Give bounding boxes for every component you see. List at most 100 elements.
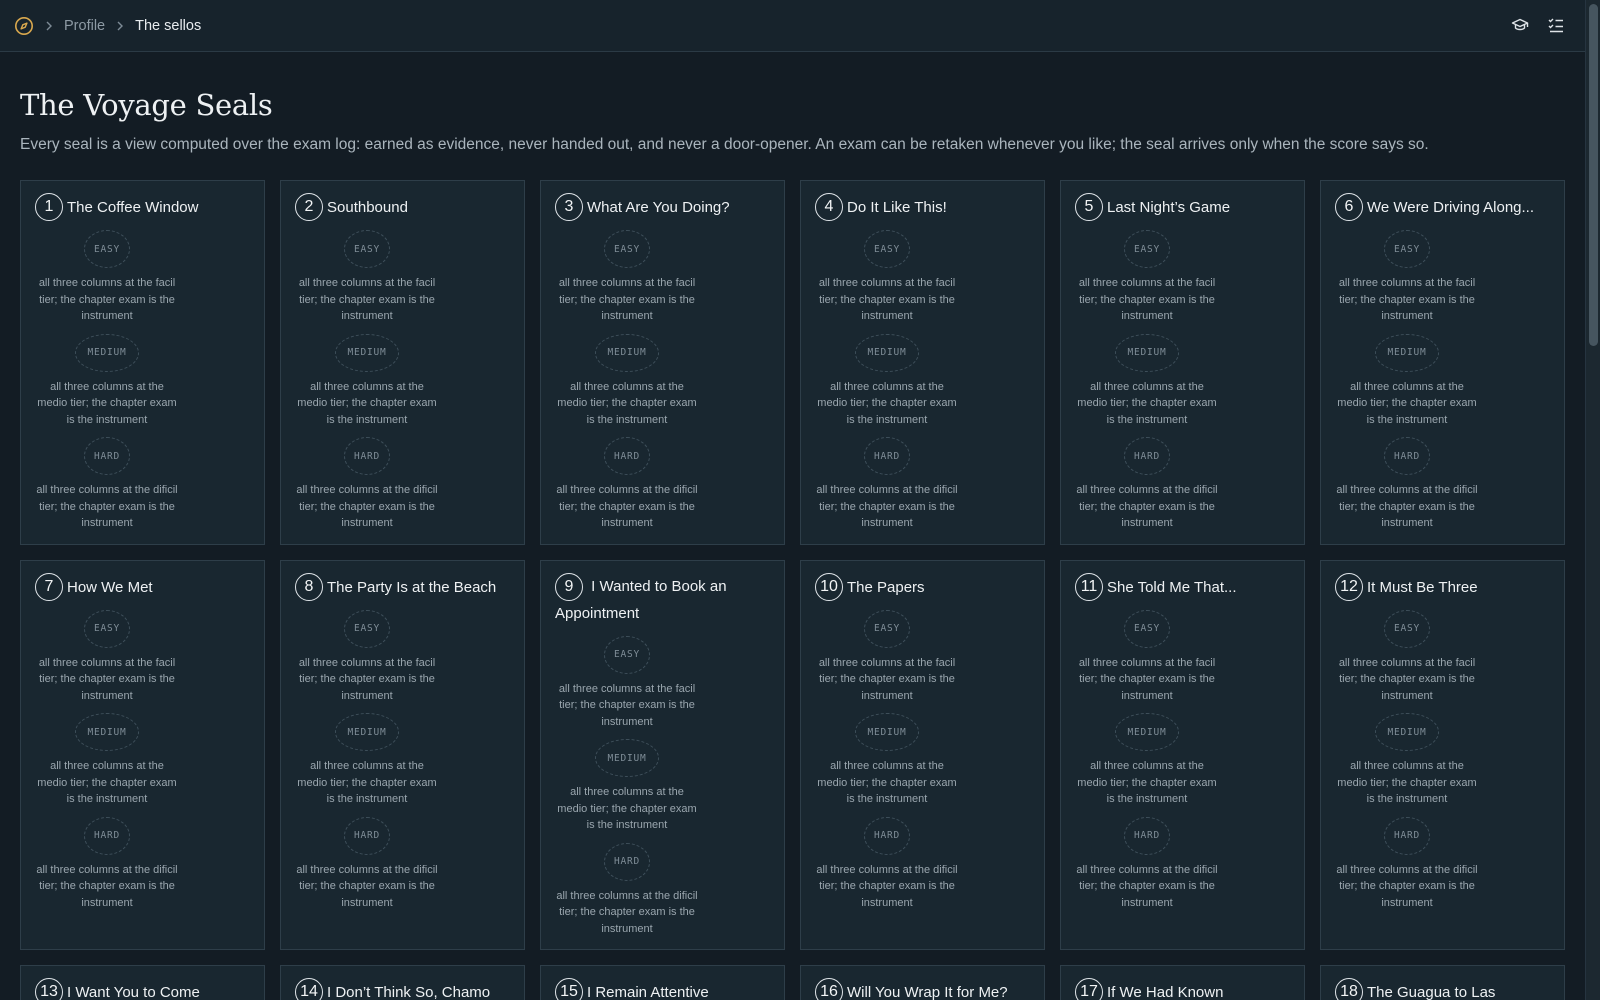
chapter-card[interactable]: 16 Will You Wrap It for Me? xyxy=(800,965,1045,1000)
seal-hard[interactable]: HARD xyxy=(863,816,911,855)
chapter-number: 9 xyxy=(555,572,583,601)
seal-easy[interactable]: EASY xyxy=(603,635,651,674)
seal-easy[interactable]: EASY xyxy=(343,609,391,648)
chapter-title: I Don’t Think So, Chamo xyxy=(327,984,491,1000)
chapter-number: 16 xyxy=(815,978,843,1000)
seal-easy[interactable]: EASY xyxy=(343,230,391,268)
seal-medium[interactable]: MEDIUM xyxy=(1375,333,1439,372)
seal-medium[interactable]: MEDIUM xyxy=(855,713,919,751)
chapter-number: 14 xyxy=(295,978,323,1000)
compass-icon[interactable] xyxy=(14,16,34,36)
chapter-number: 10 xyxy=(815,572,843,601)
tier-description: all three columns at the dificil tier; t… xyxy=(556,484,698,529)
seal-hard[interactable]: HARD xyxy=(863,437,911,475)
seal-easy[interactable]: EASY xyxy=(83,230,131,268)
chapter-card[interactable]: 5 Last Night’s Game EASY all three columns… xyxy=(1060,180,1305,545)
seal-hard[interactable]: HARD xyxy=(603,437,651,475)
seal-medium[interactable]: MEDIUM xyxy=(1115,333,1179,372)
seal-hard[interactable]: HARD xyxy=(343,816,391,855)
chapter-title: I Remain Attentive xyxy=(587,984,709,1000)
chapter-card[interactable]: 17 If We Had Known xyxy=(1060,965,1305,1000)
chapter-number: 13 xyxy=(35,978,63,1000)
chapter-number: 1 xyxy=(35,193,63,221)
chevron-right-icon xyxy=(116,21,124,31)
seal-medium[interactable]: MEDIUM xyxy=(335,333,399,372)
seal-hard[interactable]: HARD xyxy=(1383,437,1431,475)
seal-easy[interactable]: EASY xyxy=(83,609,131,648)
chapter-card[interactable]: 6 We Were Driving Along... EASY all three … xyxy=(1320,180,1565,545)
tier-description: all three columns at the medio tier; the… xyxy=(37,380,177,426)
tier-description: all three columns at the facil tier; the… xyxy=(818,656,956,702)
seal-medium[interactable]: MEDIUM xyxy=(75,333,139,372)
tier-description: all three columns at the medio tier; the… xyxy=(297,760,437,805)
seal-easy[interactable]: EASY xyxy=(1123,230,1171,268)
tier-description: all three columns at the dificil tier; t… xyxy=(296,484,438,529)
chapter-card[interactable]: 1 The Coffee Window EASY all three columns… xyxy=(20,180,265,545)
chapter-card[interactable]: 15 I Remain Attentive xyxy=(540,965,785,1000)
seal-easy[interactable]: EASY xyxy=(1383,230,1431,268)
chapter-number: 4 xyxy=(815,193,843,221)
seal-hard[interactable]: HARD xyxy=(1383,816,1431,855)
breadcrumb-current: The sellos xyxy=(135,17,202,34)
chapter-number: 5 xyxy=(1075,193,1103,221)
vertical-scrollbar[interactable] xyxy=(1585,0,1600,1000)
app-window: Profile The sellos The Voyage Seals Ever… xyxy=(0,0,1600,1000)
chapter-card[interactable]: 3 What Are You Doing? EASY all three colum… xyxy=(540,180,785,545)
chapter-card[interactable]: 9 I Wanted to Book an Appointment EASY al… xyxy=(540,559,785,950)
seal-easy[interactable]: EASY xyxy=(863,609,911,648)
tier-description: all three columns at the facil tier; the… xyxy=(1078,277,1216,322)
seal-medium[interactable]: MEDIUM xyxy=(595,739,659,777)
seal-hard[interactable]: HARD xyxy=(343,437,391,475)
tier-description: all three columns at the medio tier; the… xyxy=(817,380,957,426)
seal-easy[interactable]: EASY xyxy=(1383,609,1431,648)
tier-description: all three columns at the dificil tier; t… xyxy=(296,863,438,909)
chapter-card[interactable]: 11 She Told Me That... EASY all three colu… xyxy=(1060,559,1305,950)
chapter-title: The Guagua to Las xyxy=(1367,984,1496,1000)
chapter-card[interactable]: 14 I Don’t Think So, Chamo xyxy=(280,965,525,1000)
chapter-card[interactable]: 12 It Must Be Three EASY all three columns… xyxy=(1320,559,1565,950)
seal-medium[interactable]: MEDIUM xyxy=(1115,713,1179,751)
tier-description: all three columns at the dificil tier; t… xyxy=(1076,863,1218,909)
chapter-number: 12 xyxy=(1335,572,1363,601)
tier-description: all three columns at the medio tier; the… xyxy=(557,786,697,831)
chapter-number: 6 xyxy=(1335,193,1363,221)
checklist-icon[interactable] xyxy=(1547,16,1565,34)
seal-easy[interactable]: EASY xyxy=(863,230,911,268)
seal-hard[interactable]: HARD xyxy=(1123,816,1171,855)
chapter-card[interactable]: 4 Do It Like This! EASY all three columns … xyxy=(800,180,1045,545)
tier-description: all three columns at the facil tier; the… xyxy=(38,277,176,322)
tier-description: all three columns at the facil tier; the… xyxy=(1078,656,1216,702)
chapter-card[interactable]: 7 How We Met EASY all three columns at the… xyxy=(20,559,265,950)
tier-description: all three columns at the dificil tier; t… xyxy=(36,863,178,909)
seal-medium[interactable]: MEDIUM xyxy=(335,713,399,751)
graduation-cap-icon[interactable] xyxy=(1511,16,1529,34)
chapter-number: 11 xyxy=(1075,572,1103,601)
chapter-number: 8 xyxy=(295,572,323,601)
tier-description: all three columns at the medio tier; the… xyxy=(1337,760,1477,805)
chapter-card[interactable]: 8 The Party Is at the Beach EASY all three… xyxy=(280,559,525,950)
breadcrumb-profile-link[interactable]: Profile xyxy=(64,18,105,34)
chapter-card[interactable]: 10 The Papers EASY all three columns at th… xyxy=(800,559,1045,950)
seal-hard[interactable]: HARD xyxy=(603,842,651,881)
top-actions xyxy=(1511,16,1565,34)
scrollbar-thumb[interactable] xyxy=(1589,4,1598,346)
tier-description: all three columns at the facil tier; the… xyxy=(298,656,436,702)
tier-description: all three columns at the medio tier; the… xyxy=(297,380,437,426)
chapter-card[interactable]: 2 Southbound EASY all three columns at the… xyxy=(280,180,525,545)
seal-hard[interactable]: HARD xyxy=(83,816,131,855)
seal-hard[interactable]: HARD xyxy=(83,437,131,475)
chapter-card[interactable]: 13 I Want You to Come xyxy=(20,965,265,1000)
seal-easy[interactable]: EASY xyxy=(1123,609,1171,648)
seal-easy[interactable]: EASY xyxy=(603,230,651,268)
seal-medium[interactable]: MEDIUM xyxy=(75,713,139,751)
chapter-number: 17 xyxy=(1075,978,1103,1000)
chapter-card[interactable]: 18 The Guagua to Las xyxy=(1320,965,1565,1000)
seal-medium[interactable]: MEDIUM xyxy=(595,333,659,372)
tier-description: all three columns at the medio tier; the… xyxy=(557,380,697,426)
chapter-title: Do It Like This! xyxy=(847,199,947,216)
seal-hard[interactable]: HARD xyxy=(1123,437,1171,475)
seal-medium[interactable]: MEDIUM xyxy=(1375,713,1439,751)
tier-description: all three columns at the facil tier; the… xyxy=(1338,277,1476,322)
tier-description: all three columns at the medio tier; the… xyxy=(1077,380,1217,426)
seal-medium[interactable]: MEDIUM xyxy=(855,333,919,372)
